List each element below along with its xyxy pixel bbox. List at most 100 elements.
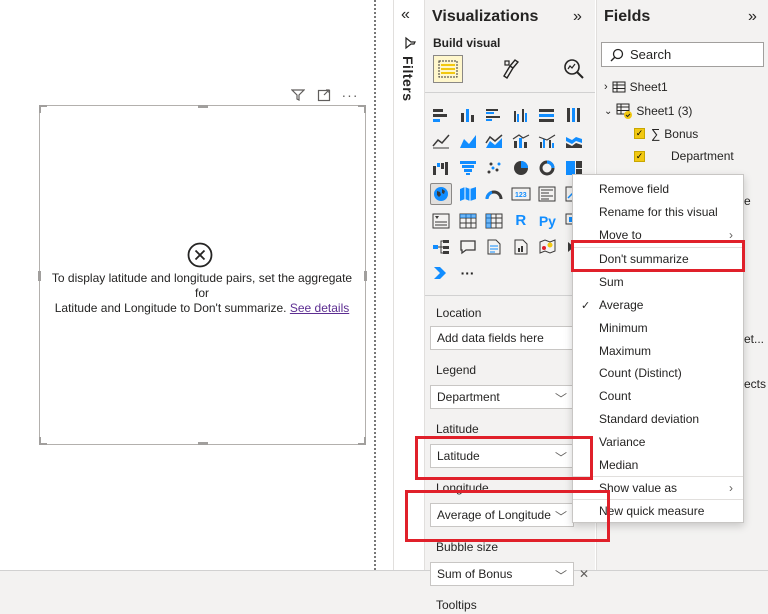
menu-item-variance[interactable]: Variance: [573, 431, 743, 453]
menu-item-count-distinct[interactable]: Count (Distinct): [573, 362, 743, 384]
slicer-icon[interactable]: [430, 210, 452, 232]
stacked-area-chart-icon[interactable]: [483, 130, 505, 152]
menu-item-median[interactable]: Median: [573, 454, 743, 476]
r-visual-icon[interactable]: R: [510, 210, 532, 232]
menu-item-label: New quick measure: [599, 504, 705, 518]
more-visuals-icon[interactable]: ···: [457, 262, 479, 284]
menu-item-label: Median: [599, 458, 639, 472]
filled-map-icon[interactable]: [457, 183, 479, 205]
tooltips-well-label: Tooltips: [436, 598, 477, 612]
paginated-report-icon[interactable]: [510, 236, 532, 258]
menu-item-label: Remove field: [599, 182, 670, 196]
resize-handle[interactable]: [198, 442, 208, 445]
clustered-bar-chart-icon[interactable]: [483, 104, 505, 126]
chevron-down-icon[interactable]: ﹀: [555, 567, 567, 584]
gauge-icon[interactable]: [483, 183, 505, 205]
menu-item-label: Count (Distinct): [599, 366, 682, 380]
matrix-icon[interactable]: [483, 210, 505, 232]
paintbrush-icon: [503, 59, 520, 79]
chevron-right-icon[interactable]: ›: [604, 81, 608, 93]
resize-handle[interactable]: [39, 437, 41, 445]
100-stacked-bar-chart-icon[interactable]: [536, 104, 558, 126]
chevron-down-icon[interactable]: ﹀: [555, 390, 567, 407]
menu-item-label: Minimum: [599, 321, 648, 335]
menu-item-remove-field[interactable]: Remove field: [573, 178, 743, 200]
error-message-line-1: To display latitude and longitude pairs,…: [51, 271, 353, 300]
stacked-column-chart-icon[interactable]: [457, 104, 479, 126]
table-node-sheet1-3[interactable]: ⌄ Sheet1 (3): [604, 103, 692, 119]
pie-chart-icon[interactable]: [510, 157, 532, 179]
table-icon: [612, 81, 626, 93]
fields-search-input[interactable]: Search: [601, 42, 764, 67]
visualizations-title: Visualizations: [432, 8, 539, 25]
multi-row-card-icon[interactable]: [536, 183, 558, 205]
checkbox-checked-icon[interactable]: ✓: [634, 128, 645, 139]
clustered-column-chart-icon[interactable]: [510, 104, 532, 126]
funnel-chart-icon[interactable]: [457, 157, 479, 179]
filters-label[interactable]: Filters: [400, 56, 416, 102]
line-and-clustered-column-chart-icon[interactable]: [536, 130, 558, 152]
table-node-sheet1[interactable]: › Sheet1: [604, 80, 668, 94]
resize-handle[interactable]: [39, 105, 41, 113]
resize-handle[interactable]: [364, 437, 366, 445]
menu-item-maximum[interactable]: Maximum: [573, 340, 743, 362]
100-stacked-column-chart-icon[interactable]: [563, 104, 585, 126]
python-visual-icon[interactable]: Py: [536, 210, 558, 232]
area-chart-icon[interactable]: [457, 130, 479, 152]
search-placeholder: Search: [630, 47, 672, 62]
field-bonus[interactable]: ✓ ∑ Bonus: [634, 126, 698, 141]
line-chart-icon[interactable]: [430, 130, 452, 152]
legend-field-pill[interactable]: Department ﹀: [430, 385, 574, 409]
menu-item-average[interactable]: ✓ Average: [573, 294, 743, 316]
menu-item-minimum[interactable]: Minimum: [573, 317, 743, 339]
menu-item-label: Sum: [599, 275, 624, 289]
ribbon-chart-icon[interactable]: [563, 130, 585, 152]
menu-item-count[interactable]: Count: [573, 385, 743, 407]
collapse-fields-icon[interactable]: »: [748, 8, 757, 26]
waterfall-chart-icon[interactable]: [430, 157, 452, 179]
filter-icon[interactable]: [290, 87, 306, 103]
bubble-size-field-pill[interactable]: Sum of Bonus ﹀ ✕: [430, 562, 589, 586]
menu-item-label: Count: [599, 389, 632, 403]
power-automate-icon[interactable]: [430, 262, 452, 284]
menu-item-rename[interactable]: Rename for this visual: [573, 201, 743, 223]
resize-handle[interactable]: [364, 105, 366, 113]
decomposition-tree-icon[interactable]: [430, 236, 452, 258]
table-visual-icon[interactable]: [457, 210, 479, 232]
search-icon: [610, 48, 624, 61]
card-icon[interactable]: 123: [510, 183, 532, 205]
resize-handle[interactable]: [364, 271, 367, 281]
focus-mode-icon[interactable]: [316, 87, 332, 103]
menu-item-sum[interactable]: Sum: [573, 271, 743, 293]
checkbox-checked-icon[interactable]: ✓: [634, 150, 645, 162]
menu-item-label: Average: [599, 298, 644, 312]
resize-handle[interactable]: [38, 271, 41, 281]
field-department[interactable]: ✓ Department: [634, 149, 734, 163]
collapse-visualizations-icon[interactable]: »: [573, 8, 582, 26]
menu-item-standard-deviation[interactable]: Standard deviation: [573, 408, 743, 430]
scatter-chart-icon[interactable]: [483, 157, 505, 179]
location-well-dropzone[interactable]: Add data fields here: [430, 326, 574, 350]
build-visual-icon: [438, 60, 458, 78]
build-visual-tab[interactable]: [433, 55, 463, 83]
format-visual-tab[interactable]: [497, 56, 525, 82]
map-visual-icon[interactable]: [430, 183, 452, 206]
see-details-link[interactable]: See details: [290, 301, 349, 315]
more-options-icon[interactable]: ···: [342, 87, 358, 103]
arcgis-map-icon[interactable]: [536, 236, 558, 258]
partially-hidden-field-text: ects: [744, 377, 767, 391]
analytics-tab[interactable]: [560, 56, 588, 82]
smart-narrative-icon[interactable]: [483, 236, 505, 258]
expand-filters-icon[interactable]: «: [401, 6, 410, 24]
tabs-divider: [425, 92, 595, 93]
remove-field-icon[interactable]: ✕: [579, 567, 589, 581]
donut-chart-icon[interactable]: [536, 157, 558, 179]
latitude-well-label: Latitude: [436, 422, 479, 436]
error-circle-x-icon: [186, 241, 214, 269]
qa-visual-icon[interactable]: [457, 236, 479, 258]
menu-item-label: Maximum: [599, 344, 652, 358]
line-and-column-chart-icon[interactable]: [510, 130, 532, 152]
stacked-bar-chart-icon[interactable]: [430, 104, 452, 126]
chevron-down-icon[interactable]: ⌄: [604, 106, 612, 117]
resize-handle[interactable]: [198, 105, 208, 108]
